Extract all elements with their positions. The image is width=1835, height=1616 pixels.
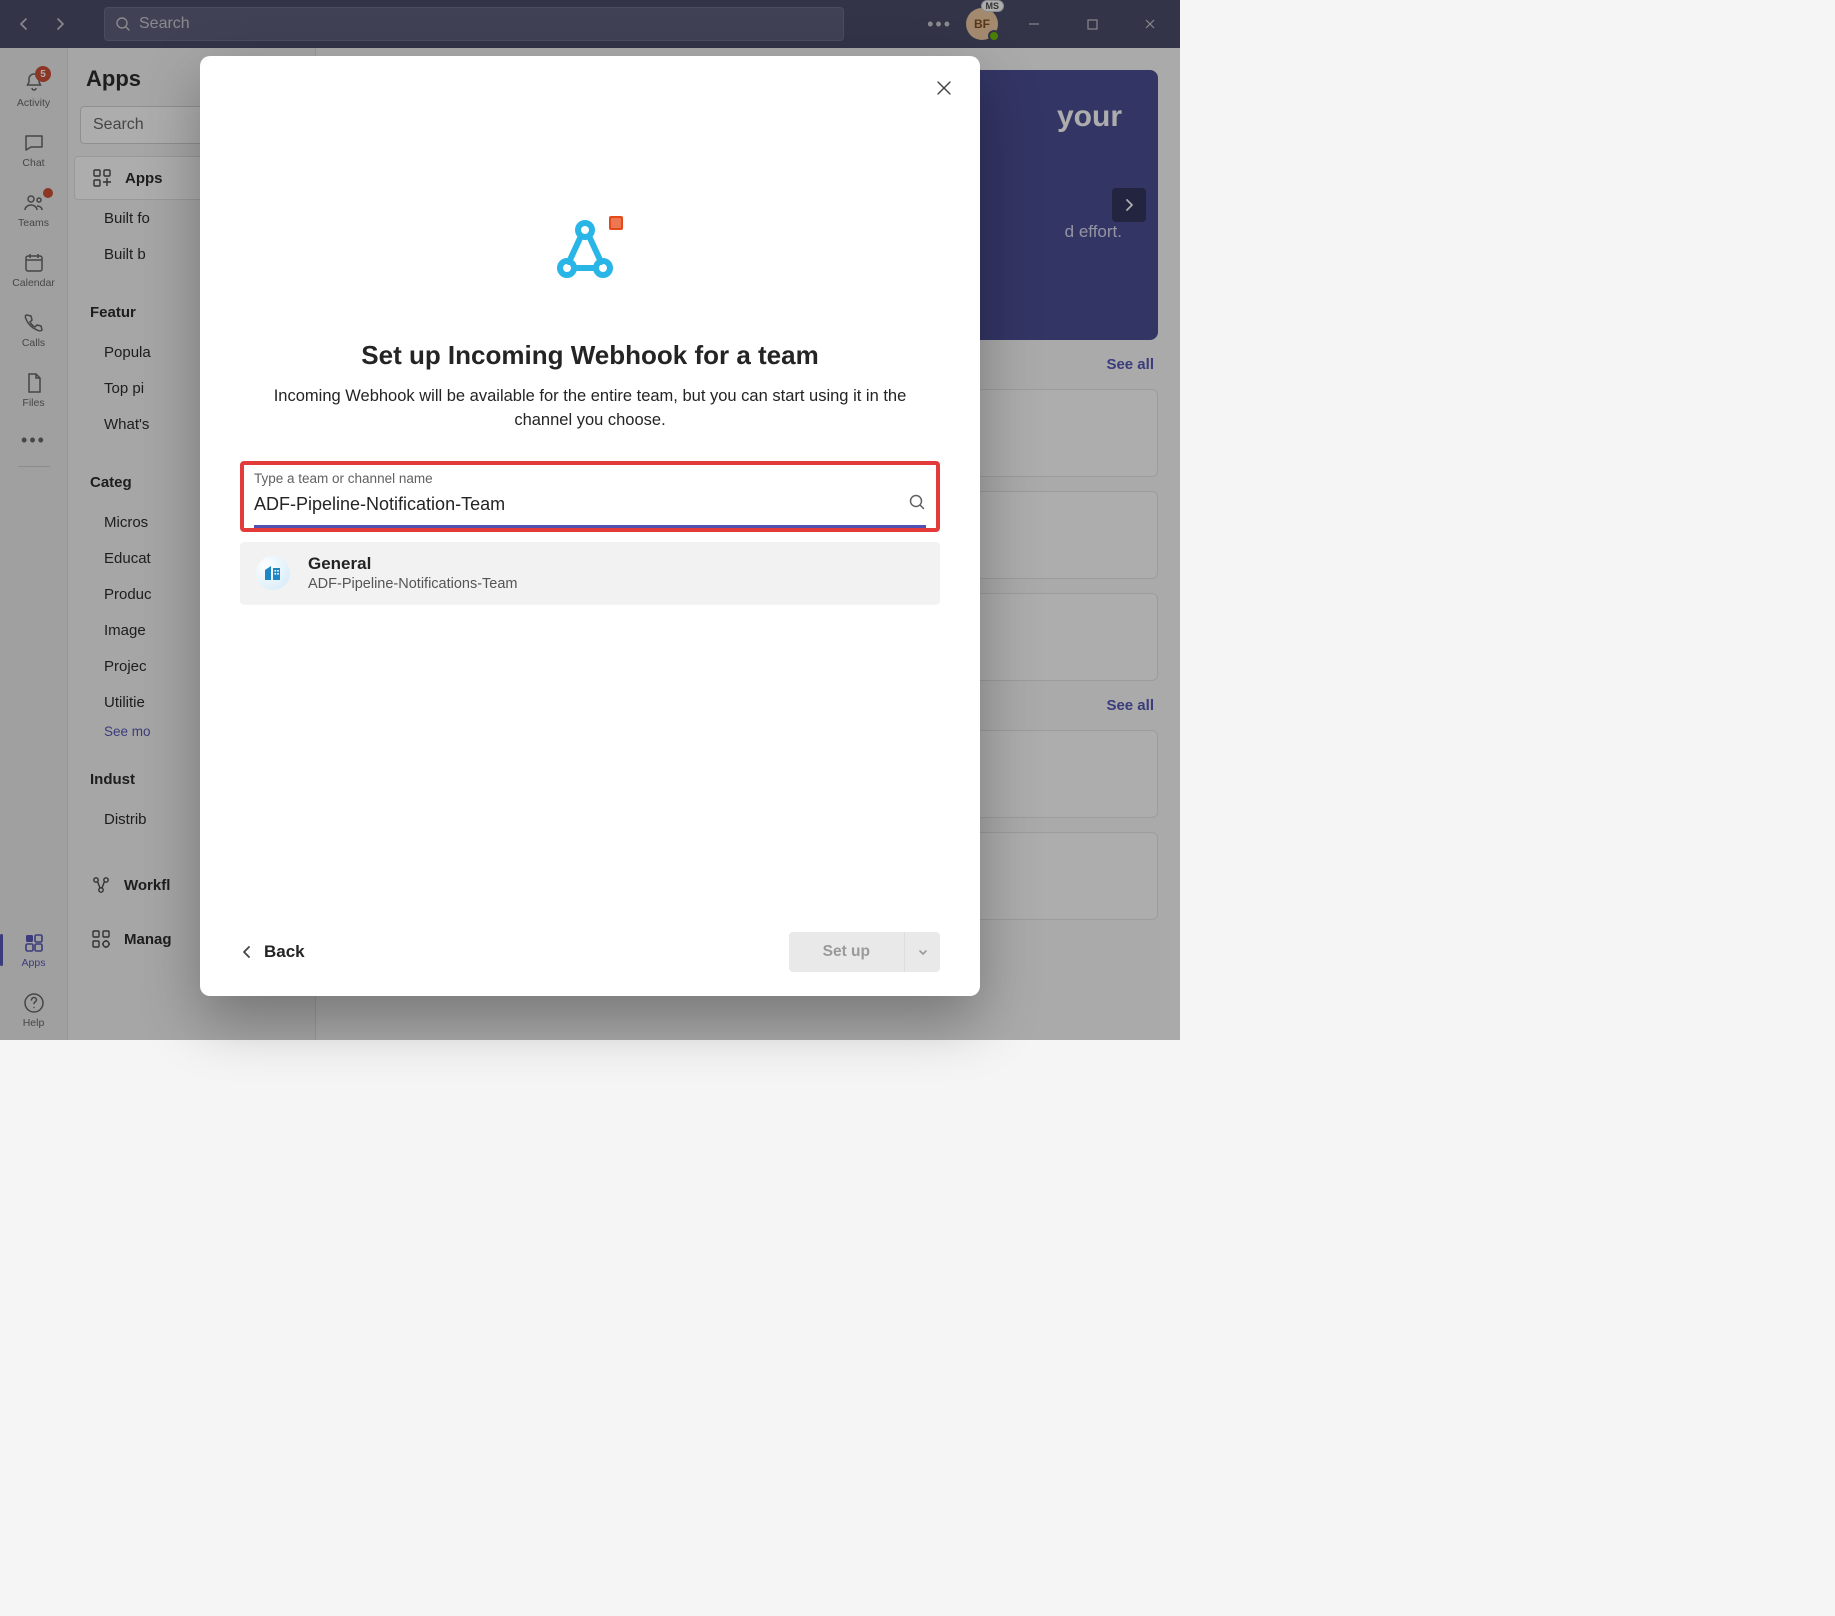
team-avatar-icon [256, 556, 290, 590]
search-icon [908, 493, 926, 516]
result-channel-name: General [308, 554, 518, 574]
chevron-left-icon [240, 945, 254, 959]
setup-button[interactable]: Set up [789, 932, 904, 972]
dialog-title: Set up Incoming Webhook for a team [240, 340, 940, 371]
dialog-subtitle: Incoming Webhook will be available for t… [270, 385, 910, 433]
team-search-label: Type a team or channel name [254, 471, 926, 486]
dialog-close-button[interactable] [930, 74, 958, 102]
modal-overlay: Set up Incoming Webhook for a team Incom… [0, 0, 1180, 1040]
webhook-app-icon [240, 216, 940, 286]
setup-dropdown-button[interactable] [904, 932, 940, 972]
result-team-name: ADF-Pipeline-Notifications-Team [308, 576, 518, 592]
channel-result-item[interactable]: General ADF-Pipeline-Notifications-Team [240, 542, 940, 604]
team-search-input[interactable] [254, 490, 908, 519]
setup-webhook-dialog: Set up Incoming Webhook for a team Incom… [200, 56, 980, 996]
back-button[interactable]: Back [240, 942, 305, 962]
chevron-down-icon [917, 946, 929, 958]
team-search-field-highlight: Type a team or channel name [240, 461, 940, 532]
close-icon [935, 79, 953, 97]
back-label: Back [264, 942, 305, 962]
